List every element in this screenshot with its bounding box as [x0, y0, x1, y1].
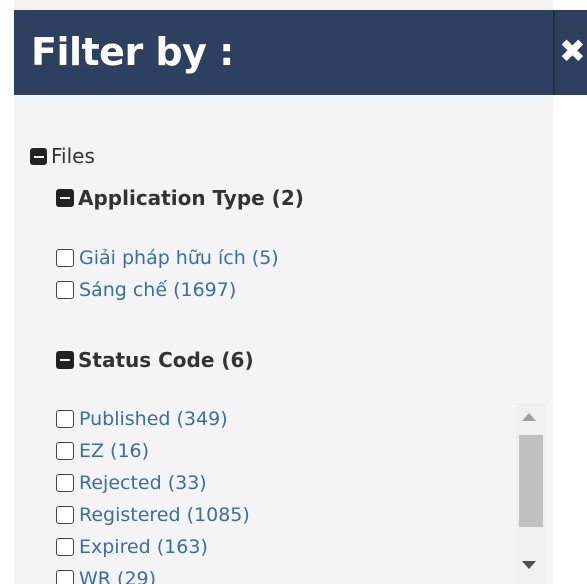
application-type-options: Giải pháp hữu ích (5) Sáng chế (1697)	[56, 242, 279, 306]
application-type-label: Application Type (2)	[78, 186, 304, 210]
filter-option[interactable]: Giải pháp hữu ích (5)	[56, 242, 279, 274]
status-code-scroll-area[interactable]: Published (349) EZ (16) Rejected (33) Re…	[56, 403, 536, 584]
scroll-up-arrow-icon[interactable]	[522, 413, 536, 421]
left-margin	[0, 0, 14, 584]
application-type-toggle[interactable]: Application Type (2)	[56, 186, 304, 210]
filter-checkbox[interactable]	[56, 570, 74, 584]
filter-option[interactable]: Expired (163)	[56, 531, 250, 563]
collapse-icon[interactable]	[30, 147, 47, 165]
filter-option[interactable]: EZ (16)	[56, 435, 250, 467]
status-code-options: Published (349) EZ (16) Rejected (33) Re…	[56, 403, 250, 584]
filter-option[interactable]: Registered (1085)	[56, 499, 250, 531]
filter-checkbox[interactable]	[56, 474, 74, 492]
filter-header: Filter by :	[14, 10, 553, 95]
filter-option-label[interactable]: Giải pháp hữu ích (5)	[79, 247, 279, 269]
collapse-icon[interactable]	[56, 351, 74, 369]
scroll-thumb[interactable]	[519, 435, 543, 527]
filter-option-label[interactable]: Published (349)	[79, 408, 228, 430]
files-label: Files	[51, 144, 95, 168]
filter-option-label[interactable]: EZ (16)	[79, 440, 149, 462]
collapse-icon[interactable]	[56, 189, 74, 207]
filter-option[interactable]: Rejected (33)	[56, 467, 250, 499]
filter-option[interactable]: WR (29)	[56, 563, 250, 584]
filter-panel: Filter by : Files Application Type (2) G…	[14, 0, 553, 584]
filter-checkbox[interactable]	[56, 249, 74, 267]
close-icon[interactable]: ✖	[559, 34, 587, 68]
filter-checkbox[interactable]	[56, 538, 74, 556]
filter-checkbox[interactable]	[56, 410, 74, 428]
status-code-toggle[interactable]: Status Code (6)	[56, 348, 254, 372]
filter-option-label[interactable]: WR (29)	[79, 568, 156, 584]
scroll-down-arrow-icon[interactable]	[522, 561, 536, 569]
filter-checkbox[interactable]	[56, 506, 74, 524]
filter-option-label[interactable]: Registered (1085)	[79, 504, 250, 526]
filter-checkbox[interactable]	[56, 442, 74, 460]
filter-option-label[interactable]: Rejected (33)	[79, 472, 207, 494]
filter-option-label[interactable]: Sáng chế (1697)	[79, 279, 236, 301]
status-scrollbar[interactable]	[516, 403, 546, 584]
files-toggle[interactable]: Files	[30, 144, 95, 168]
filter-option[interactable]: Published (349)	[56, 403, 250, 435]
filter-option-label[interactable]: Expired (163)	[79, 536, 208, 558]
filter-title: Filter by :	[31, 30, 234, 74]
filter-option[interactable]: Sáng chế (1697)	[56, 274, 279, 306]
status-code-label: Status Code (6)	[78, 348, 254, 372]
close-button[interactable]: ✖	[555, 10, 587, 95]
filter-checkbox[interactable]	[56, 281, 74, 299]
